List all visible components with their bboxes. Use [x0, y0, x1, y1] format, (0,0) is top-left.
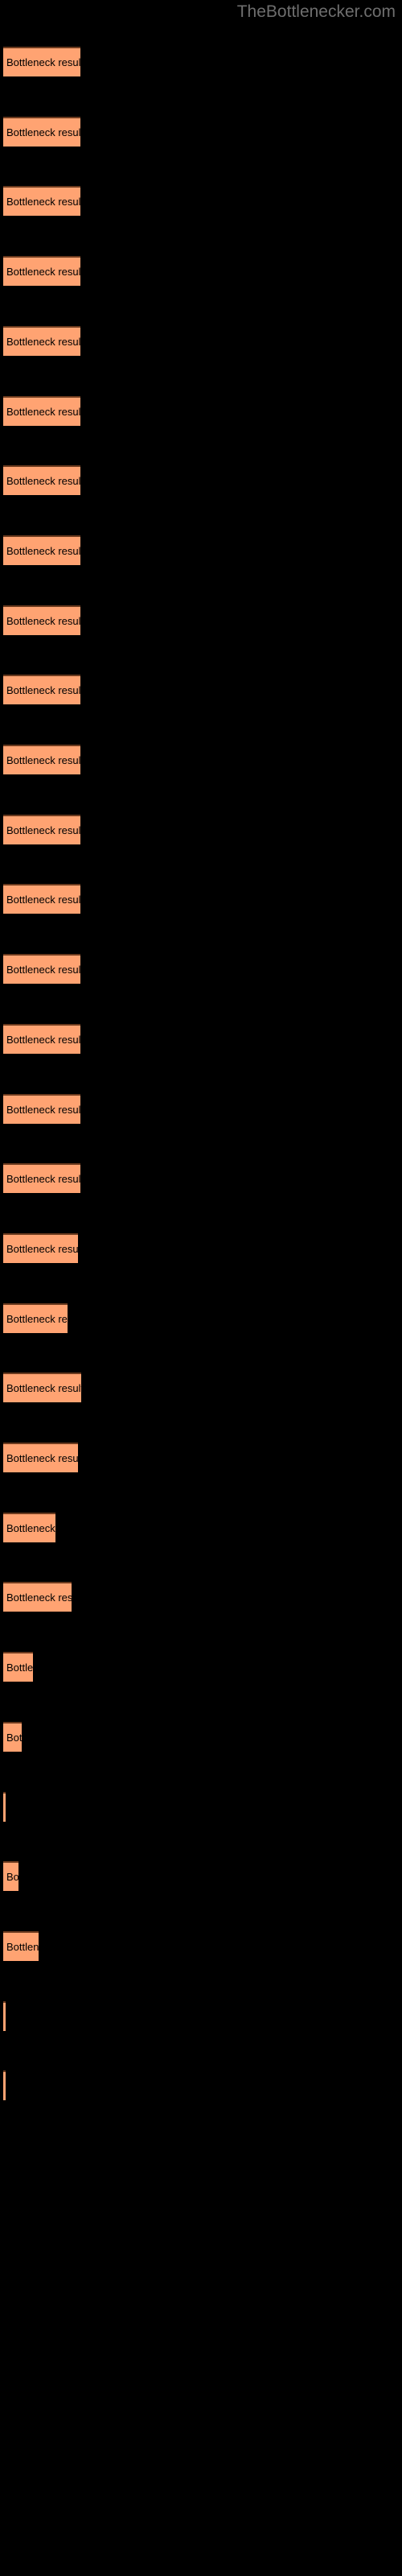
bar-clip: Bottleneck result: [3, 1722, 22, 1752]
chart-bar[interactable]: Bottleneck result: [3, 1792, 6, 1822]
chart-bar[interactable]: Bottleneck result: [3, 1582, 72, 1612]
bar-clip: Bottleneck result: [3, 1582, 72, 1612]
chart-bar[interactable]: Bottleneck result: [3, 954, 80, 984]
bar-clip: Bottleneck result: [3, 954, 80, 984]
chart-bar[interactable]: Bottleneck result: [3, 256, 80, 286]
bar-clip: Bottleneck result: [3, 326, 80, 356]
chart-bar[interactable]: Bottleneck result: [3, 1722, 22, 1752]
chart-bar[interactable]: Bottleneck result: [3, 1652, 33, 1682]
chart-bar[interactable]: Bottleneck result: [3, 1094, 80, 1124]
bar-clip: Bottleneck result: [3, 1652, 33, 1682]
chart-bar[interactable]: Bottleneck result: [3, 815, 80, 844]
bar-label: Bottleneck result: [6, 196, 80, 208]
bar-label: Bottleneck result: [6, 1591, 72, 1604]
chart-bar[interactable]: Bottleneck result: [3, 1163, 80, 1193]
bar-clip: Bottleneck result: [3, 1792, 6, 1822]
chart-bar[interactable]: Bottleneck result: [3, 1931, 39, 1961]
bar-clip: Bottleneck result: [3, 1233, 78, 1263]
bar-label: Bottleneck result: [6, 1871, 18, 1883]
bar-label: Bottleneck result: [6, 754, 80, 766]
chart-page: TheBottlenecker.com Bottleneck result Bot…: [0, 0, 402, 2576]
chart-bar[interactable]: Bottleneck result: [3, 1303, 68, 1333]
bar-chart: Bottleneck result Bottleneck result Bottle…: [0, 0, 402, 2576]
bar-clip: Bottleneck result: [3, 884, 80, 914]
bar-clip: Bottleneck result: [3, 2070, 6, 2100]
bar-clip: Bottleneck result: [3, 1931, 39, 1961]
bar-clip: Bottleneck result: [3, 117, 80, 147]
chart-bar[interactable]: Bottleneck result: [3, 1373, 81, 1402]
chart-bar[interactable]: Bottleneck result: [3, 396, 80, 426]
bar-clip: Bottleneck result: [3, 1163, 80, 1193]
chart-bar[interactable]: Bottleneck result: [3, 1443, 78, 1472]
bar-label: Bottleneck result: [6, 1313, 68, 1325]
bar-clip: Bottleneck result: [3, 1303, 68, 1333]
chart-bar[interactable]: Bottleneck result: [3, 47, 80, 76]
bar-clip: Bottleneck result: [3, 1861, 18, 1891]
bar-label: Bottleneck result: [6, 684, 80, 696]
bar-clip: Bottleneck result: [3, 1024, 80, 1054]
chart-bar[interactable]: Bottleneck result: [3, 884, 80, 914]
chart-bar[interactable]: Bottleneck result: [3, 605, 80, 635]
bar-label: Bottleneck result: [6, 1941, 39, 1953]
bar-label: Bottleneck result: [6, 1452, 78, 1464]
chart-bar[interactable]: Bottleneck result: [3, 326, 80, 356]
bar-label: Bottleneck result: [6, 1104, 80, 1116]
bar-clip: Bottleneck result: [3, 605, 80, 635]
bar-clip: Bottleneck result: [3, 1443, 78, 1472]
bar-label: Bottleneck result: [6, 1173, 80, 1185]
bar-clip: Bottleneck result: [3, 186, 80, 216]
bar-label: Bottleneck result: [6, 894, 80, 906]
bar-label: Bottleneck result: [6, 1243, 78, 1255]
bar-clip: Bottleneck result: [3, 815, 80, 844]
bar-label: Bottleneck result: [6, 1732, 22, 1744]
bar-label: Bottleneck result: [6, 1034, 80, 1046]
bar-label: Bottleneck result: [6, 1382, 81, 1394]
bar-label: Bottleneck result: [6, 406, 80, 418]
bar-clip: Bottleneck result: [3, 535, 80, 565]
chart-bar[interactable]: Bottleneck result: [3, 1024, 80, 1054]
chart-bar[interactable]: Bottleneck result: [3, 1233, 78, 1263]
bar-label: Bottleneck result: [6, 266, 80, 278]
bar-label: Bottleneck result: [6, 1522, 55, 1534]
bar-clip: Bottleneck result: [3, 1094, 80, 1124]
bar-clip: Bottleneck result: [3, 256, 80, 286]
bar-clip: Bottleneck result: [3, 47, 80, 76]
bar-label: Bottleneck result: [6, 336, 80, 348]
bar-clip: Bottleneck result: [3, 745, 80, 774]
bar-label: Bottleneck result: [6, 126, 80, 138]
bar-clip: Bottleneck result: [3, 2001, 6, 2031]
bar-clip: Bottleneck result: [3, 1373, 81, 1402]
bar-clip: Bottleneck result: [3, 1513, 55, 1542]
bar-clip: Bottleneck result: [3, 396, 80, 426]
chart-bar[interactable]: Bottleneck result: [3, 1513, 55, 1542]
bar-clip: Bottleneck result: [3, 465, 80, 495]
bar-label: Bottleneck result: [6, 1662, 33, 1674]
bar-clip: Bottleneck result: [3, 675, 80, 704]
chart-bar[interactable]: Bottleneck result: [3, 186, 80, 216]
chart-bar[interactable]: Bottleneck result: [3, 117, 80, 147]
chart-bar[interactable]: Bottleneck result: [3, 2070, 6, 2100]
chart-bar[interactable]: Bottleneck result: [3, 1861, 18, 1891]
bar-label: Bottleneck result: [6, 475, 80, 487]
bar-label: Bottleneck result: [6, 964, 80, 976]
bar-label: Bottleneck result: [6, 56, 80, 68]
bar-label: Bottleneck result: [6, 545, 80, 557]
chart-bar[interactable]: Bottleneck result: [3, 2001, 6, 2031]
chart-bar[interactable]: Bottleneck result: [3, 745, 80, 774]
chart-bar[interactable]: Bottleneck result: [3, 465, 80, 495]
bar-label: Bottleneck result: [6, 615, 80, 627]
bar-label: Bottleneck result: [6, 824, 80, 836]
chart-bar[interactable]: Bottleneck result: [3, 675, 80, 704]
chart-bar[interactable]: Bottleneck result: [3, 535, 80, 565]
